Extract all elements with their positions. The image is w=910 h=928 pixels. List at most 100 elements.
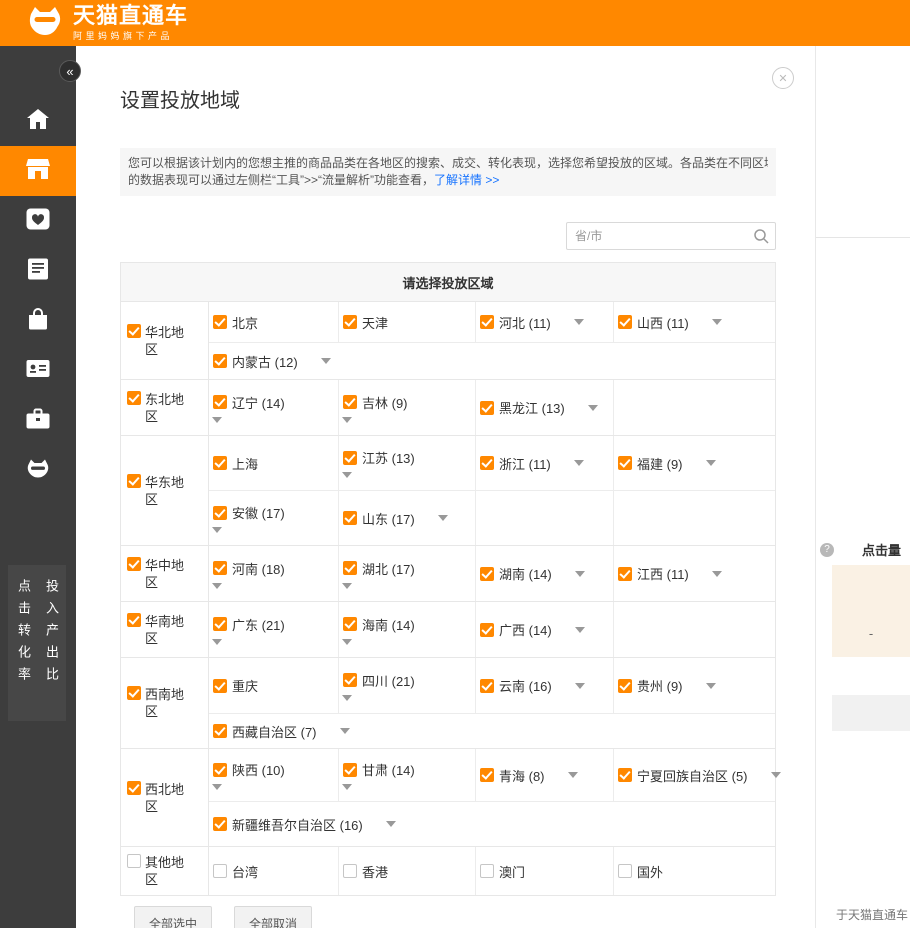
sidebar-item-favorite[interactable]	[0, 196, 76, 246]
dropdown-caret-icon[interactable]	[212, 583, 222, 589]
checkbox[interactable]	[618, 768, 632, 782]
checkbox[interactable]	[343, 315, 357, 329]
checkbox[interactable]	[480, 401, 494, 415]
checkbox[interactable]	[213, 354, 227, 368]
province-label[interactable]: 安徽 (17)	[232, 503, 285, 522]
close-icon[interactable]: ✕	[772, 67, 794, 89]
checkbox[interactable]	[127, 474, 141, 488]
dropdown-caret-icon[interactable]	[771, 772, 781, 778]
sidebar-item-idcard[interactable]	[0, 346, 76, 396]
learn-more-link[interactable]: 了解详情 >>	[434, 173, 499, 187]
dropdown-caret-icon[interactable]	[438, 515, 448, 521]
province-label[interactable]: 浙江 (11)	[499, 454, 551, 473]
region-label[interactable]: 华中地区	[145, 557, 187, 591]
sidebar-item-shop[interactable]	[0, 146, 76, 196]
checkbox[interactable]	[480, 623, 494, 637]
dropdown-caret-icon[interactable]	[706, 460, 716, 466]
province-label[interactable]: 海南 (14)	[362, 615, 415, 634]
sidebar-item-tmall-cat[interactable]	[0, 446, 76, 496]
province-label[interactable]: 国外	[637, 862, 663, 881]
dropdown-caret-icon[interactable]	[321, 358, 331, 364]
province-label[interactable]: 四川 (21)	[362, 671, 415, 690]
checkbox[interactable]	[127, 324, 141, 338]
checkbox[interactable]	[213, 724, 227, 738]
checkbox[interactable]	[127, 854, 141, 868]
sidebar-item-briefcase[interactable]	[0, 396, 76, 446]
checkbox[interactable]	[213, 679, 227, 693]
province-label[interactable]: 陕西 (10)	[232, 760, 285, 779]
province-label[interactable]: 青海 (8)	[499, 766, 545, 785]
province-label[interactable]: 湖南 (14)	[499, 564, 552, 583]
checkbox[interactable]	[213, 315, 227, 329]
deselect-all-button[interactable]: 全部取消	[234, 906, 312, 928]
dropdown-caret-icon[interactable]	[342, 784, 352, 790]
metric-label[interactable]: 投入产出比	[40, 579, 62, 721]
region-label[interactable]: 华南地区	[145, 613, 187, 647]
province-label[interactable]: 辽宁 (14)	[232, 393, 285, 412]
province-label[interactable]: 重庆	[232, 676, 258, 695]
dropdown-caret-icon[interactable]	[568, 772, 578, 778]
province-label[interactable]: 甘肃 (14)	[362, 760, 415, 779]
checkbox[interactable]	[127, 391, 141, 405]
checkbox[interactable]	[127, 557, 141, 571]
checkbox[interactable]	[127, 613, 141, 627]
checkbox[interactable]	[213, 763, 227, 777]
dropdown-caret-icon[interactable]	[574, 460, 584, 466]
province-label[interactable]: 广西 (14)	[499, 620, 552, 639]
province-label[interactable]: 新疆维吾尔自治区 (16)	[232, 815, 363, 834]
dropdown-caret-icon[interactable]	[588, 405, 598, 411]
metric-label[interactable]: 点击转化率	[12, 579, 34, 721]
checkbox[interactable]	[480, 679, 494, 693]
checkbox[interactable]	[480, 864, 494, 878]
checkbox[interactable]	[618, 864, 632, 878]
dropdown-caret-icon[interactable]	[212, 639, 222, 645]
region-label[interactable]: 华北地区	[145, 324, 187, 358]
dropdown-caret-icon[interactable]	[340, 728, 350, 734]
checkbox[interactable]	[343, 617, 357, 631]
province-label[interactable]: 西藏自治区 (7)	[232, 722, 317, 741]
province-label[interactable]: 福建 (9)	[637, 454, 683, 473]
sidebar-item-store[interactable]	[0, 296, 76, 346]
checkbox[interactable]	[618, 679, 632, 693]
checkbox[interactable]	[213, 506, 227, 520]
dropdown-caret-icon[interactable]	[342, 583, 352, 589]
province-label[interactable]: 山东 (17)	[362, 509, 415, 528]
province-label[interactable]: 内蒙古 (12)	[232, 352, 298, 371]
province-label[interactable]: 天津	[362, 313, 388, 332]
dropdown-caret-icon[interactable]	[342, 417, 352, 423]
province-label[interactable]: 澳门	[499, 862, 525, 881]
checkbox[interactable]	[480, 456, 494, 470]
checkbox[interactable]	[213, 561, 227, 575]
province-label[interactable]: 上海	[232, 454, 258, 473]
checkbox[interactable]	[343, 763, 357, 777]
checkbox[interactable]	[343, 451, 357, 465]
checkbox[interactable]	[127, 686, 141, 700]
sidebar-item-report[interactable]	[0, 246, 76, 296]
province-label[interactable]: 台湾	[232, 862, 258, 881]
checkbox[interactable]	[343, 864, 357, 878]
checkbox[interactable]	[343, 395, 357, 409]
checkbox[interactable]	[213, 617, 227, 631]
checkbox[interactable]	[213, 864, 227, 878]
checkbox[interactable]	[213, 817, 227, 831]
province-label[interactable]: 江西 (11)	[637, 564, 689, 583]
province-label[interactable]: 香港	[362, 862, 388, 881]
checkbox[interactable]	[480, 768, 494, 782]
checkbox[interactable]	[343, 561, 357, 575]
dropdown-caret-icon[interactable]	[342, 639, 352, 645]
dropdown-caret-icon[interactable]	[342, 695, 352, 701]
checkbox[interactable]	[480, 567, 494, 581]
province-label[interactable]: 广东 (21)	[232, 615, 285, 634]
checkbox[interactable]	[618, 315, 632, 329]
dropdown-caret-icon[interactable]	[212, 417, 222, 423]
province-label[interactable]: 湖北 (17)	[362, 559, 415, 578]
dropdown-caret-icon[interactable]	[386, 821, 396, 827]
select-all-button[interactable]: 全部选中	[134, 906, 212, 928]
checkbox[interactable]	[343, 511, 357, 525]
province-label[interactable]: 山西 (11)	[637, 313, 689, 332]
dropdown-caret-icon[interactable]	[575, 627, 585, 633]
dropdown-caret-icon[interactable]	[575, 683, 585, 689]
dropdown-caret-icon[interactable]	[574, 319, 584, 325]
region-label[interactable]: 华东地区	[145, 474, 187, 508]
region-search-input[interactable]	[566, 222, 776, 250]
